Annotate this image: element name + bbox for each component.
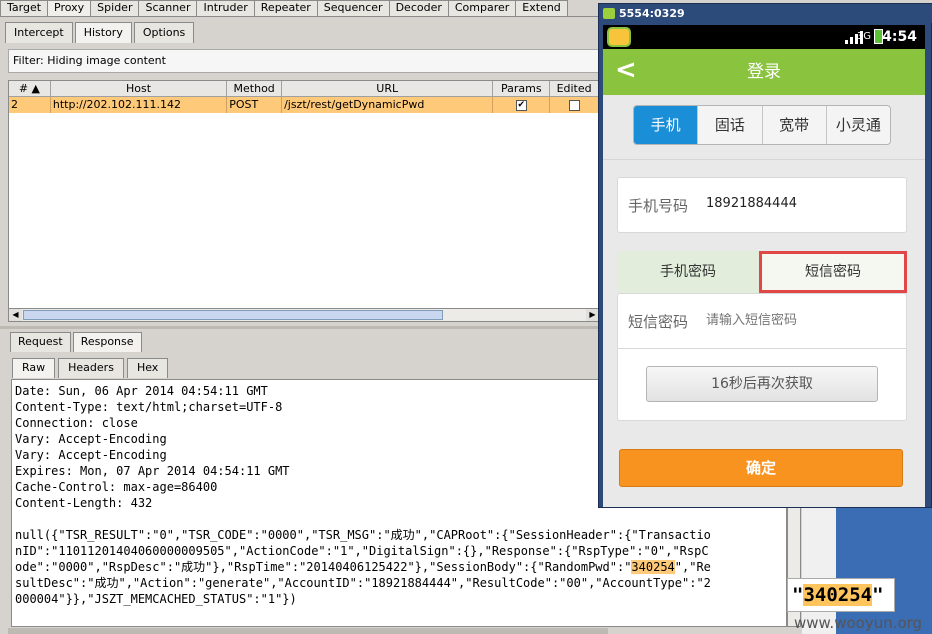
table-horizontal-scrollbar[interactable]: ◀ ▶ <box>8 308 600 322</box>
seg-mobile[interactable]: 手机 <box>634 106 699 144</box>
col-method[interactable]: Method <box>227 81 283 97</box>
scrollbar-thumb[interactable] <box>23 310 443 320</box>
tab-decoder[interactable]: Decoder <box>388 0 449 16</box>
response-line: ode":"0000","RspDesc":"成功"},"RspTime":"2… <box>15 559 783 575</box>
pane-splitter[interactable] <box>0 326 600 329</box>
tab-extender[interactable]: Extend <box>515 0 568 16</box>
tab-options[interactable]: Options <box>133 22 195 43</box>
sms-password-input[interactable] <box>706 313 886 328</box>
cell-num: 2 <box>9 97 51 113</box>
cell-url: /jszt/rest/getDynamicPwd <box>282 97 494 113</box>
col-edited[interactable]: Edited <box>550 81 599 97</box>
filter-bar[interactable]: Filter: Hiding image content <box>8 49 600 73</box>
tab-phone-password[interactable]: 手机密码 <box>617 251 759 293</box>
phone-value: 18921884444 <box>706 196 797 211</box>
phone-number-field[interactable]: 手机号码 18921884444 <box>617 177 907 233</box>
tab-comparer[interactable]: Comparer <box>447 0 517 16</box>
zoomed-password: 340254 <box>803 584 873 606</box>
proxy-sub-tabs: Intercept History Options <box>5 22 196 43</box>
tab-headers[interactable]: Headers <box>58 358 124 378</box>
col-params[interactable]: Params <box>493 81 551 97</box>
cell-params: ✔ <box>493 97 551 113</box>
col-url[interactable]: URL <box>282 81 494 97</box>
tab-intercept[interactable]: Intercept <box>5 22 73 43</box>
response-line: 000004"}},"JSZT_MEMCACHED_STATUS":"1"}) <box>15 592 297 606</box>
tab-history[interactable]: History <box>74 22 132 43</box>
cell-method: POST <box>227 97 283 113</box>
response-blank-line <box>15 511 783 527</box>
password-type-tabs: 手机密码 短信密码 <box>617 251 907 293</box>
tab-request[interactable]: Request <box>10 332 71 352</box>
sms-password-card: 短信密码 16秒后再次获取 <box>617 293 907 421</box>
divider <box>603 159 925 160</box>
edited-checkbox <box>568 99 580 111</box>
scroll-left-icon[interactable]: ◀ <box>9 309 22 321</box>
emulator-title-bar[interactable]: 5554:0329 <box>599 4 932 23</box>
tab-sequencer[interactable]: Sequencer <box>316 0 390 16</box>
history-table: # ▲ Host Method URL Params Edited 2 http… <box>8 80 600 309</box>
col-num[interactable]: # ▲ <box>9 81 51 97</box>
tab-hex[interactable]: Hex <box>126 358 169 378</box>
page-title: 登录 <box>747 62 781 82</box>
tab-sms-password[interactable]: 短信密码 <box>759 251 907 293</box>
emulator-title: 5554:0329 <box>619 7 685 20</box>
tab-proxy[interactable]: Proxy <box>47 0 92 16</box>
watermark: www.wooyun.org <box>794 614 923 632</box>
sms-password-label: 短信密码 <box>628 313 689 331</box>
account-type-selector: 手机 固话 宽带 小灵通 <box>633 105 891 145</box>
callout-quote: " <box>872 584 884 606</box>
android-icon <box>603 8 615 19</box>
tab-intruder[interactable]: Intruder <box>196 0 255 16</box>
callout-quote: " <box>792 584 804 606</box>
tab-raw[interactable]: Raw <box>12 358 56 378</box>
search-bar-strip <box>8 628 608 634</box>
format-tabs: Raw Headers Hex <box>12 358 171 378</box>
tab-response[interactable]: Response <box>72 332 142 352</box>
android-status-bar: 3G 4:54 <box>603 25 925 49</box>
cell-host: http://202.102.111.142 <box>51 97 228 113</box>
response-line: sultDesc":"成功","Action":"generate","Acco… <box>15 576 711 590</box>
response-text: ode":"0000","RspDesc":"成功"},"RspTime":"2… <box>15 560 632 574</box>
app-notification-icon <box>607 27 631 47</box>
params-checkbox: ✔ <box>515 99 527 111</box>
zoomed-password-callout: "340254" <box>787 578 895 612</box>
tab-target[interactable]: Target <box>0 0 49 16</box>
request-response-tabs: Request Response <box>10 332 144 352</box>
seg-broadband[interactable]: 宽带 <box>763 106 827 144</box>
app-bar: < 登录 <box>603 49 925 95</box>
emulator-screen: 3G 4:54 < 登录 手机 固话 宽带 小灵通 手机号码 189218844… <box>603 25 925 507</box>
signal-bars-icon <box>845 30 863 44</box>
main-tabs: Target Proxy Spider Scanner Intruder Rep… <box>0 0 600 17</box>
response-line: null({"TSR_RESULT":"0","TSR_CODE":"0000"… <box>15 528 711 542</box>
phone-label: 手机号码 <box>628 197 689 215</box>
random-pwd-highlight: 340254 <box>631 560 675 574</box>
cell-edited <box>550 97 599 113</box>
seg-landline[interactable]: 固话 <box>698 106 763 144</box>
resend-code-button[interactable]: 16秒后再次获取 <box>646 366 878 402</box>
response-text: ","Re <box>674 560 711 574</box>
table-row[interactable]: 2 http://202.102.111.142 POST /jszt/rest… <box>9 97 599 113</box>
status-clock: 4:54 <box>882 29 917 45</box>
confirm-button[interactable]: 确定 <box>619 449 903 487</box>
android-emulator-window: 5554:0329 3G 4:54 < 登录 手机 固话 宽带 小灵通 手机号码… <box>598 3 932 508</box>
tab-spider[interactable]: Spider <box>90 0 140 16</box>
tab-repeater[interactable]: Repeater <box>253 0 318 16</box>
divider <box>618 348 906 349</box>
tab-scanner[interactable]: Scanner <box>138 0 198 16</box>
table-header: # ▲ Host Method URL Params Edited <box>9 81 599 97</box>
response-line: nID":"11011201404060000009505","ActionCo… <box>15 544 709 558</box>
col-host[interactable]: Host <box>50 81 228 97</box>
seg-phs[interactable]: 小灵通 <box>827 106 890 144</box>
